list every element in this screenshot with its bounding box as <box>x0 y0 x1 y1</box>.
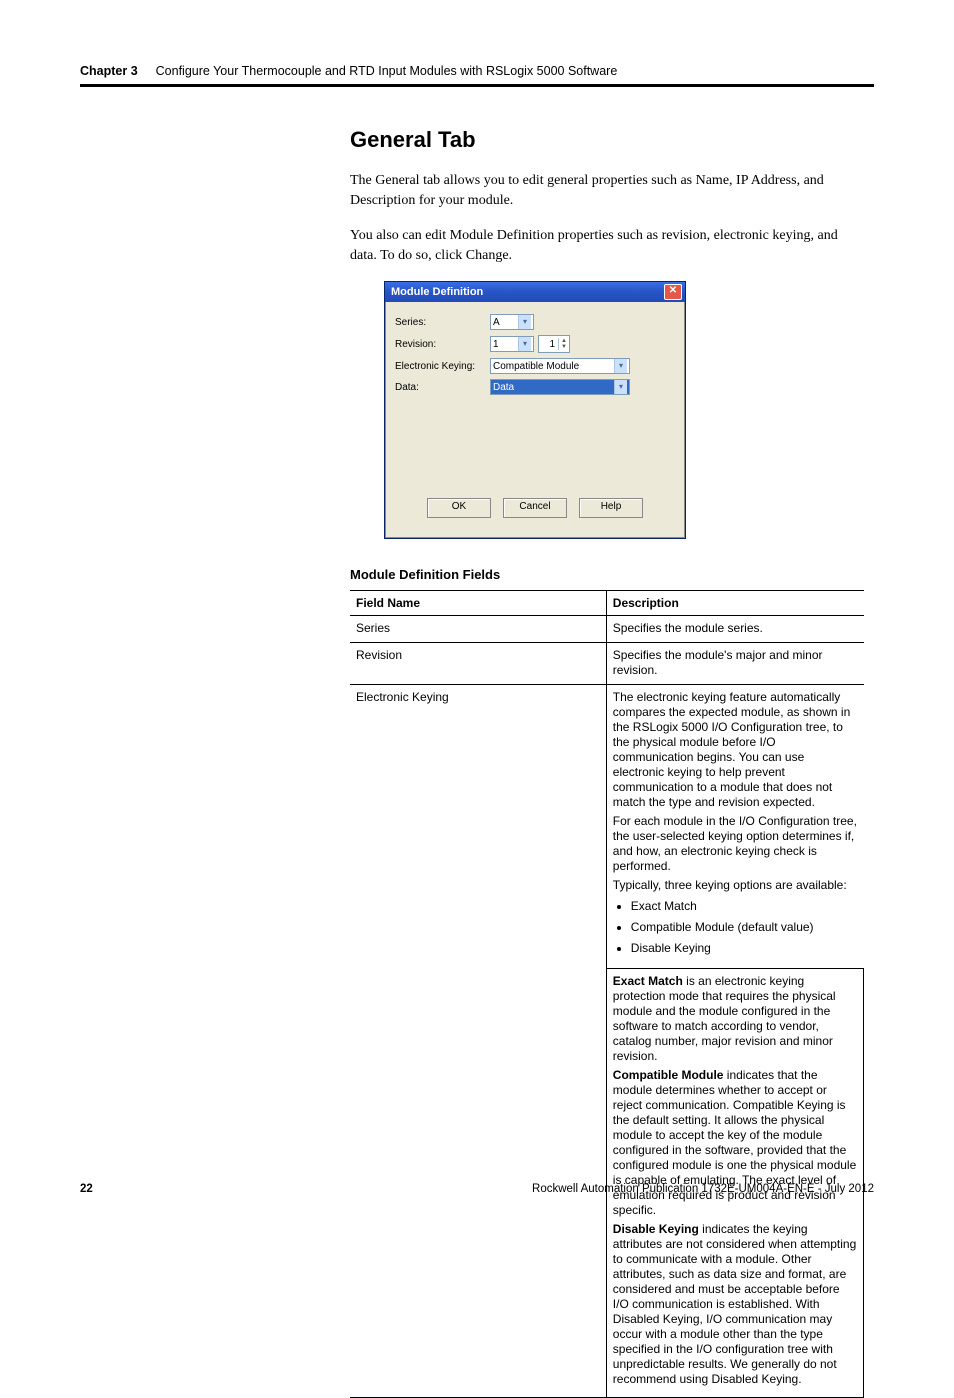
chapter-title: Configure Your Thermocouple and RTD Inpu… <box>156 64 618 78</box>
page-footer: 22 Rockwell Automation Publication 1732E… <box>80 1183 874 1195</box>
dialog-title: Module Definition <box>391 286 483 298</box>
ek-exact-match: Exact Match is an electronic keying prot… <box>613 974 857 1064</box>
ek-label: Electronic Keying: <box>395 361 490 372</box>
ek-p1: The electronic keying feature automatica… <box>613 690 858 810</box>
ek-exact-strong: Exact Match <box>613 974 683 988</box>
ek-p2: For each module in the I/O Configuration… <box>613 814 858 874</box>
cell-ek-desc-top: The electronic keying feature automatica… <box>606 685 863 969</box>
ek-p3: Typically, three keying options are avai… <box>613 878 858 893</box>
page-number: 22 <box>80 1183 93 1195</box>
ek-compat-rest: indicates that the module determines whe… <box>613 1068 856 1217</box>
ek-bullet: Disable Keying <box>631 941 858 956</box>
close-icon[interactable]: ✕ <box>664 284 682 300</box>
revision-label: Revision: <box>395 339 490 350</box>
ek-bullet: Compatible Module (default value) <box>631 920 858 935</box>
cell-series-desc: Specifies the module series. <box>606 616 863 643</box>
intro-paragraph-1: The General tab allows you to edit gener… <box>350 171 864 210</box>
cell-revision-desc: Specifies the module's major and minor r… <box>606 643 863 685</box>
series-value: A <box>493 317 500 328</box>
table-row: Revision Specifies the module's major an… <box>350 643 864 685</box>
help-button[interactable]: Help <box>579 498 643 518</box>
electronic-keying-combo[interactable]: Compatible Module ▾ <box>490 358 630 374</box>
chapter-label: Chapter 3 <box>80 64 138 78</box>
intro-paragraph-2: You also can edit Module Definition prop… <box>350 226 864 265</box>
th-description: Description <box>606 591 863 616</box>
data-combo[interactable]: Data ▾ <box>490 379 630 395</box>
spinner-arrows-icon: ▲▼ <box>558 338 569 350</box>
series-combo[interactable]: A ▾ <box>490 314 534 330</box>
revision-minor-value: 1 <box>539 339 558 350</box>
ek-compatible-module: Compatible Module indicates that the mod… <box>613 1068 857 1218</box>
ek-disable-keying: Disable Keying indicates the keying attr… <box>613 1222 857 1387</box>
header-rule <box>80 84 874 87</box>
chevron-down-icon: ▾ <box>614 380 627 394</box>
publication-info: Rockwell Automation Publication 1732E-UM… <box>532 1183 874 1195</box>
revision-major-combo[interactable]: 1 ▾ <box>490 336 534 352</box>
cell-revision-name: Revision <box>350 643 606 685</box>
module-definition-dialog: Module Definition ✕ Series: A ▾ Revision… <box>384 281 686 539</box>
ok-button[interactable]: OK <box>427 498 491 518</box>
dialog-titlebar[interactable]: Module Definition ✕ <box>385 282 685 302</box>
table-row: Electronic Keying The electronic keying … <box>350 685 864 969</box>
data-label: Data: <box>395 382 490 393</box>
data-value: Data <box>493 382 514 393</box>
ek-bullet: Exact Match <box>631 899 858 914</box>
ek-disable-strong: Disable Keying <box>613 1222 699 1236</box>
chevron-down-icon: ▾ <box>614 359 627 373</box>
chevron-down-icon: ▾ <box>518 315 531 329</box>
ek-bullets: Exact Match Compatible Module (default v… <box>613 899 858 956</box>
ek-disable-rest: indicates the keying attributes are not … <box>613 1222 856 1386</box>
chevron-down-icon: ▾ <box>518 337 531 351</box>
cell-ek-name: Electronic Keying <box>350 685 606 1398</box>
series-label: Series: <box>395 317 490 328</box>
section-heading: General Tab <box>350 127 864 153</box>
th-field-name: Field Name <box>350 591 606 616</box>
revision-major-value: 1 <box>493 339 499 350</box>
cell-series-name: Series <box>350 616 606 643</box>
module-definition-table: Field Name Description Series Specifies … <box>350 590 864 1398</box>
table-row: Series Specifies the module series. <box>350 616 864 643</box>
cancel-button[interactable]: Cancel <box>503 498 567 518</box>
ek-compat-strong: Compatible Module <box>613 1068 724 1082</box>
electronic-keying-value: Compatible Module <box>493 361 579 372</box>
revision-minor-spinner[interactable]: 1 ▲▼ <box>538 335 570 353</box>
table-title: Module Definition Fields <box>350 567 864 582</box>
